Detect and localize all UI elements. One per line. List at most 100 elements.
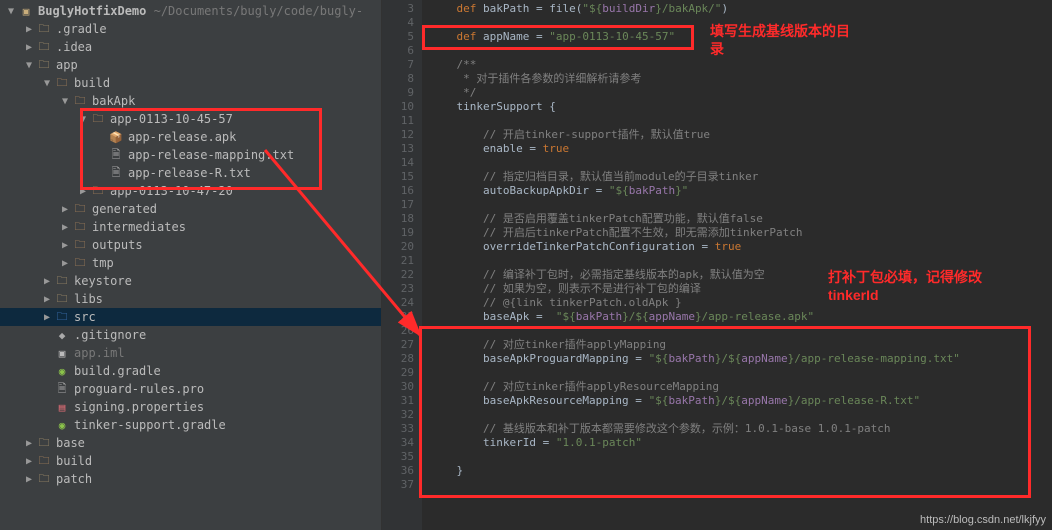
code-line[interactable]: def bakPath = file("${buildDir}/bakApk/"… [422, 2, 1052, 16]
code-line[interactable]: enable = true [422, 142, 1052, 156]
code-line[interactable]: baseApkResourceMapping = "${bakPath}/${a… [422, 394, 1052, 408]
collapse-arrow-icon[interactable]: ▶ [40, 312, 54, 323]
code-line[interactable] [422, 156, 1052, 170]
code-line[interactable]: // 基线版本和补丁版本都需要修改这个参数，示例：1.0.1-base 1.0.… [422, 422, 1052, 436]
folder-icon: 🗀 [72, 201, 88, 217]
collapse-arrow-icon[interactable]: ▶ [40, 276, 54, 287]
properties-icon: ▤ [54, 399, 70, 415]
code-line[interactable] [422, 44, 1052, 58]
code-line[interactable] [422, 408, 1052, 422]
folder-icon: 🗀 [54, 291, 70, 307]
folder-icon: 🗀 [72, 219, 88, 235]
code-line[interactable] [422, 16, 1052, 30]
tree-item-idea[interactable]: ▶🗀.idea [0, 38, 381, 56]
collapse-arrow-icon[interactable]: ▶ [40, 294, 54, 305]
code-line[interactable]: // 开启tinker-support插件，默认值true [422, 128, 1052, 142]
code-line[interactable]: // 编译补丁包时，必需指定基线版本的apk，默认值为空 [422, 268, 1052, 282]
code-line[interactable]: tinkerId = "1.0.1-patch" [422, 436, 1052, 450]
code-line[interactable] [422, 114, 1052, 128]
tree-item-gradle[interactable]: ▶🗀.gradle [0, 20, 381, 38]
code-line[interactable]: // 开启后tinkerPatch配置不生效，即无需添加tinkerPatch [422, 226, 1052, 240]
code-line[interactable]: def appName = "app-0113-10-45-57" [422, 30, 1052, 44]
tree-item-dir1[interactable]: ▼🗀app-0113-10-45-57 [0, 110, 381, 128]
code-line[interactable]: * 对于插件各参数的详细解析请参考 [422, 72, 1052, 86]
code-line[interactable]: /** [422, 58, 1052, 72]
folder-icon: 🗀 [36, 39, 52, 55]
tree-item-build2[interactable]: ▶🗀build [0, 452, 381, 470]
code-line[interactable] [422, 366, 1052, 380]
collapse-arrow-icon[interactable]: ▶ [22, 24, 36, 35]
folder-icon: 🗀 [36, 21, 52, 37]
collapse-arrow-icon[interactable]: ▶ [58, 258, 72, 269]
code-line[interactable] [422, 478, 1052, 492]
tree-item-intermediates[interactable]: ▶🗀intermediates [0, 218, 381, 236]
code-area[interactable]: def bakPath = file("${buildDir}/bakApk/"… [422, 0, 1052, 530]
code-line[interactable]: baseApk = "${bakPath}/${appName}/app-rel… [422, 310, 1052, 324]
tree-item-keystore[interactable]: ▶🗀keystore [0, 272, 381, 290]
code-line[interactable]: // 如果为空，则表示不是进行补丁包的编译 [422, 282, 1052, 296]
expand-arrow-icon[interactable]: ▼ [22, 60, 36, 71]
tree-item-outputs[interactable]: ▶🗀outputs [0, 236, 381, 254]
collapse-arrow-icon[interactable]: ▶ [22, 42, 36, 53]
tree-project-root[interactable]: ▼ ▣ BuglyHotfixDemo ~/Documents/bugly/co… [0, 2, 381, 20]
tree-item-app[interactable]: ▼🗀app [0, 56, 381, 74]
expand-arrow-icon[interactable]: ▼ [58, 96, 72, 107]
code-line[interactable]: // 是否启用覆盖tinkerPatch配置功能，默认值false [422, 212, 1052, 226]
collapse-arrow-icon[interactable]: ▶ [22, 456, 36, 467]
folder-icon: 🗀 [54, 273, 70, 289]
code-line[interactable]: // 对应tinker插件applyMapping [422, 338, 1052, 352]
expand-arrow-icon[interactable]: ▼ [40, 78, 54, 89]
folder-icon: 🗀 [36, 471, 52, 487]
tree-item-tmp[interactable]: ▶🗀tmp [0, 254, 381, 272]
tree-item-iml[interactable]: ▣app.iml [0, 344, 381, 362]
code-line[interactable]: baseApkProguardMapping = "${bakPath}/${a… [422, 352, 1052, 366]
gradle-icon: ◉ [54, 417, 70, 433]
text-file-icon: 🗎 [108, 165, 124, 181]
project-tree[interactable]: ▼ ▣ BuglyHotfixDemo ~/Documents/bugly/co… [0, 0, 382, 530]
code-line[interactable]: tinkerSupport { [422, 100, 1052, 114]
source-folder-icon: 🗀 [54, 309, 70, 325]
code-line[interactable] [422, 324, 1052, 338]
expand-arrow-icon[interactable]: ▼ [4, 6, 18, 17]
collapse-arrow-icon[interactable]: ▶ [76, 186, 90, 197]
collapse-arrow-icon[interactable]: ▶ [58, 222, 72, 233]
collapse-arrow-icon[interactable]: ▶ [58, 240, 72, 251]
folder-icon: 🗀 [72, 255, 88, 271]
tree-item-tinker[interactable]: ◉tinker-support.gradle [0, 416, 381, 434]
tree-item-buildgradle[interactable]: ◉build.gradle [0, 362, 381, 380]
code-line[interactable]: */ [422, 86, 1052, 100]
tree-item-mapping[interactable]: 🗎app-release-mapping.txt [0, 146, 381, 164]
code-line[interactable]: // 指定归档目录，默认值当前module的子目录tinker [422, 170, 1052, 184]
tree-item-bakapk[interactable]: ▼🗀bakApk [0, 92, 381, 110]
tree-item-apk[interactable]: 📦app-release.apk [0, 128, 381, 146]
tree-item-build[interactable]: ▼🗀build [0, 74, 381, 92]
code-line[interactable]: // 对应tinker插件applyResourceMapping [422, 380, 1052, 394]
root-path: ~/Documents/bugly/code/bugly- [154, 4, 364, 18]
tree-item-dir2[interactable]: ▶🗀app-0113-10-47-20 [0, 182, 381, 200]
collapse-arrow-icon[interactable]: ▶ [58, 204, 72, 215]
code-line[interactable]: overrideTinkerPatchConfiguration = true [422, 240, 1052, 254]
module-icon: 🗀 [36, 57, 52, 73]
collapse-arrow-icon[interactable]: ▶ [22, 474, 36, 485]
root-name: BuglyHotfixDemo [38, 4, 146, 18]
tree-item-generated[interactable]: ▶🗀generated [0, 200, 381, 218]
code-line[interactable]: // @{link tinkerPatch.oldApk } [422, 296, 1052, 310]
tree-item-proguard[interactable]: 🗎proguard-rules.pro [0, 380, 381, 398]
folder-icon: 🗀 [72, 93, 88, 109]
expand-arrow-icon[interactable]: ▼ [76, 114, 90, 125]
tree-item-libs[interactable]: ▶🗀libs [0, 290, 381, 308]
code-line[interactable] [422, 450, 1052, 464]
tree-item-src[interactable]: ▶🗀src [0, 308, 381, 326]
tree-item-base[interactable]: ▶🗀base [0, 434, 381, 452]
tree-item-signing[interactable]: ▤signing.properties [0, 398, 381, 416]
code-line[interactable] [422, 254, 1052, 268]
folder-icon: 🗀 [72, 237, 88, 253]
code-line[interactable]: autoBackupApkDir = "${bakPath}" [422, 184, 1052, 198]
code-line[interactable] [422, 198, 1052, 212]
code-line[interactable]: } [422, 464, 1052, 478]
collapse-arrow-icon[interactable]: ▶ [22, 438, 36, 449]
tree-item-r[interactable]: 🗎app-release-R.txt [0, 164, 381, 182]
tree-item-gitignore[interactable]: ◆.gitignore [0, 326, 381, 344]
tree-item-patch[interactable]: ▶🗀patch [0, 470, 381, 488]
code-editor[interactable]: 3456789101112131415161718192021222324252… [382, 0, 1052, 530]
